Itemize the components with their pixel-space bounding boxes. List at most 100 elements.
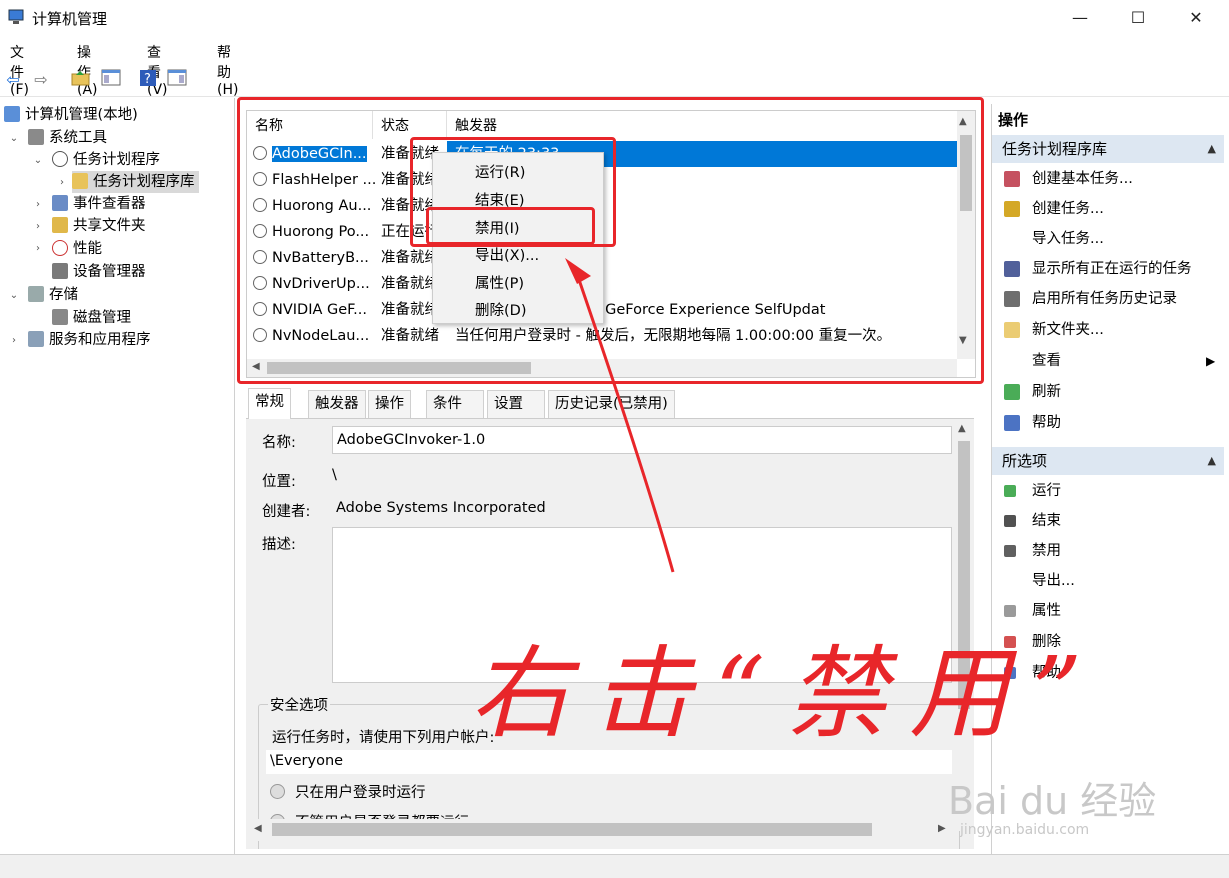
action-label: 导入任务... (1032, 231, 1104, 247)
folder-clock-icon (72, 173, 88, 189)
action-label: 显示所有正在运行的任务 (1032, 261, 1192, 277)
tree-system-tools[interactable]: 系统工具 (28, 127, 107, 149)
action-label: 导出... (1032, 573, 1075, 589)
tree-event-viewer[interactable]: 事件查看器 (52, 193, 146, 215)
status-bar (0, 854, 1229, 878)
section-task-library[interactable]: 任务计划程序库 ▲ (992, 135, 1224, 163)
tab-actions[interactable]: 操作 (368, 390, 411, 418)
action-icon (1004, 545, 1016, 557)
minimize-button[interactable]: — (1057, 0, 1103, 36)
action-icon (1004, 322, 1020, 338)
action-label: 创建基本任务... (1032, 171, 1133, 187)
help-icon[interactable]: ? (137, 69, 159, 91)
tab-general[interactable]: 常规 (248, 388, 291, 419)
tree-performance[interactable]: 性能 (52, 238, 102, 260)
action-label: 查看 (1032, 353, 1061, 369)
tree-task-library[interactable]: 任务计划程序库 (72, 171, 199, 193)
chevron-down-icon[interactable]: ⌄ (8, 128, 20, 150)
tree-shared-folders-label: 共享文件夹 (73, 218, 146, 234)
run-as-label: 运行任务时，请使用下列用户帐户: (272, 730, 495, 746)
scroll-right-icon[interactable]: ▶ (938, 823, 946, 834)
description-label: 描述: (262, 537, 296, 553)
tab-conditions[interactable]: 条件 (426, 390, 484, 418)
author-value: Adobe Systems Incorporated (336, 500, 546, 516)
action-label: 启用所有任务历史记录 (1032, 291, 1177, 307)
security-options-title: 安全选项 (268, 694, 330, 715)
action-icon (1004, 485, 1016, 497)
disk-icon (52, 309, 68, 325)
services-icon (28, 331, 44, 347)
svg-text:?: ? (144, 72, 151, 87)
action-icon (1004, 515, 1016, 527)
chevron-right-icon[interactable]: › (8, 330, 20, 352)
watermark-logo: Bai du 经验 (948, 779, 1157, 823)
up-folder-icon[interactable] (70, 69, 92, 91)
computer-management-icon (8, 9, 26, 25)
radio-only-logged-on[interactable]: 只在用户登录时运行 (270, 781, 426, 802)
close-button[interactable]: ✕ (1173, 0, 1219, 36)
annotation-text: 右击“禁用” (470, 635, 1105, 752)
tree-device-manager-label: 设备管理器 (73, 264, 146, 280)
scroll-up-icon[interactable]: ▲ (958, 423, 966, 434)
show-hide-tree-icon[interactable] (100, 69, 122, 91)
tree-root[interactable]: 计算机管理(本地) (4, 104, 138, 126)
radio-only-logged-on-label: 只在用户登录时运行 (295, 785, 426, 801)
performance-icon (52, 240, 68, 256)
action-icon (1004, 261, 1020, 277)
chevron-right-icon[interactable]: › (32, 238, 44, 260)
tree-services-apps[interactable]: 服务和应用程序 (28, 329, 151, 351)
chevron-right-icon[interactable]: › (32, 194, 44, 216)
location-label: 位置: (262, 474, 296, 490)
action-icon (1004, 171, 1020, 187)
action-label: 创建任务... (1032, 201, 1104, 217)
window-title: 计算机管理 (32, 10, 108, 28)
action-icon (1004, 291, 1020, 307)
action-label: 禁用 (1032, 543, 1061, 559)
section-selected-item-label: 所选项 (1002, 452, 1048, 470)
tree-storage[interactable]: 存储 (28, 284, 78, 306)
collapse-icon[interactable]: ▲ (1208, 447, 1216, 475)
radio-icon (270, 784, 285, 799)
back-icon[interactable]: ⇦ (2, 69, 24, 91)
location-value: \ (332, 467, 337, 483)
event-viewer-icon (52, 195, 68, 211)
tree-device-manager[interactable]: 设备管理器 (52, 261, 146, 283)
tree-storage-label: 存储 (49, 287, 78, 303)
tools-icon (28, 129, 44, 145)
scroll-thumb[interactable] (272, 823, 872, 836)
scroll-left-icon[interactable]: ◀ (254, 823, 262, 834)
action-icon (1004, 201, 1020, 217)
show-action-pane-icon[interactable] (166, 69, 188, 91)
tree-task-scheduler[interactable]: 任务计划程序 (52, 149, 160, 171)
navigation-tree: 计算机管理(本地) ⌄ 系统工具 ⌄ 任务计划程序 › 任务计划程序库 › 事件… (0, 98, 235, 854)
tab-settings[interactable]: 设置 (487, 390, 545, 418)
chevron-right-icon[interactable]: › (56, 172, 68, 194)
maximize-button[interactable]: ☐ (1115, 0, 1161, 36)
forward-icon[interactable]: ⇨ (30, 69, 52, 91)
title-bar: 计算机管理 — ☐ ✕ (0, 0, 1229, 36)
actions-title: 操作 (998, 111, 1029, 129)
shared-folder-icon (52, 217, 68, 233)
chevron-right-icon[interactable]: › (32, 216, 44, 238)
tree-system-tools-label: 系统工具 (49, 130, 107, 146)
section-task-library-label: 任务计划程序库 (1002, 140, 1108, 158)
toolbar: ⇦ ⇨ ? (0, 64, 1229, 97)
collapse-icon[interactable]: ▲ (1208, 135, 1216, 163)
chevron-down-icon[interactable]: ⌄ (32, 150, 44, 172)
tree-shared-folders[interactable]: 共享文件夹 (52, 215, 146, 237)
tree-disk-management[interactable]: 磁盘管理 (52, 307, 131, 329)
chevron-down-icon[interactable]: ⌄ (8, 285, 20, 307)
tree-event-viewer-label: 事件查看器 (73, 196, 146, 212)
computer-icon (4, 106, 20, 122)
details-horizontal-scrollbar[interactable]: ◀ ▶ (246, 819, 954, 841)
annotation-box-disable (426, 207, 595, 245)
tab-triggers[interactable]: 触发器 (308, 390, 366, 418)
section-selected-item[interactable]: 所选项 ▲ (992, 447, 1224, 475)
action-icon (1004, 415, 1020, 431)
tree-services-apps-label: 服务和应用程序 (49, 332, 151, 348)
tree-performance-label: 性能 (73, 241, 102, 257)
device-manager-icon (52, 263, 68, 279)
name-label: 名称: (262, 435, 296, 451)
action-label: 结束 (1032, 513, 1061, 529)
action-icon (1004, 384, 1020, 400)
